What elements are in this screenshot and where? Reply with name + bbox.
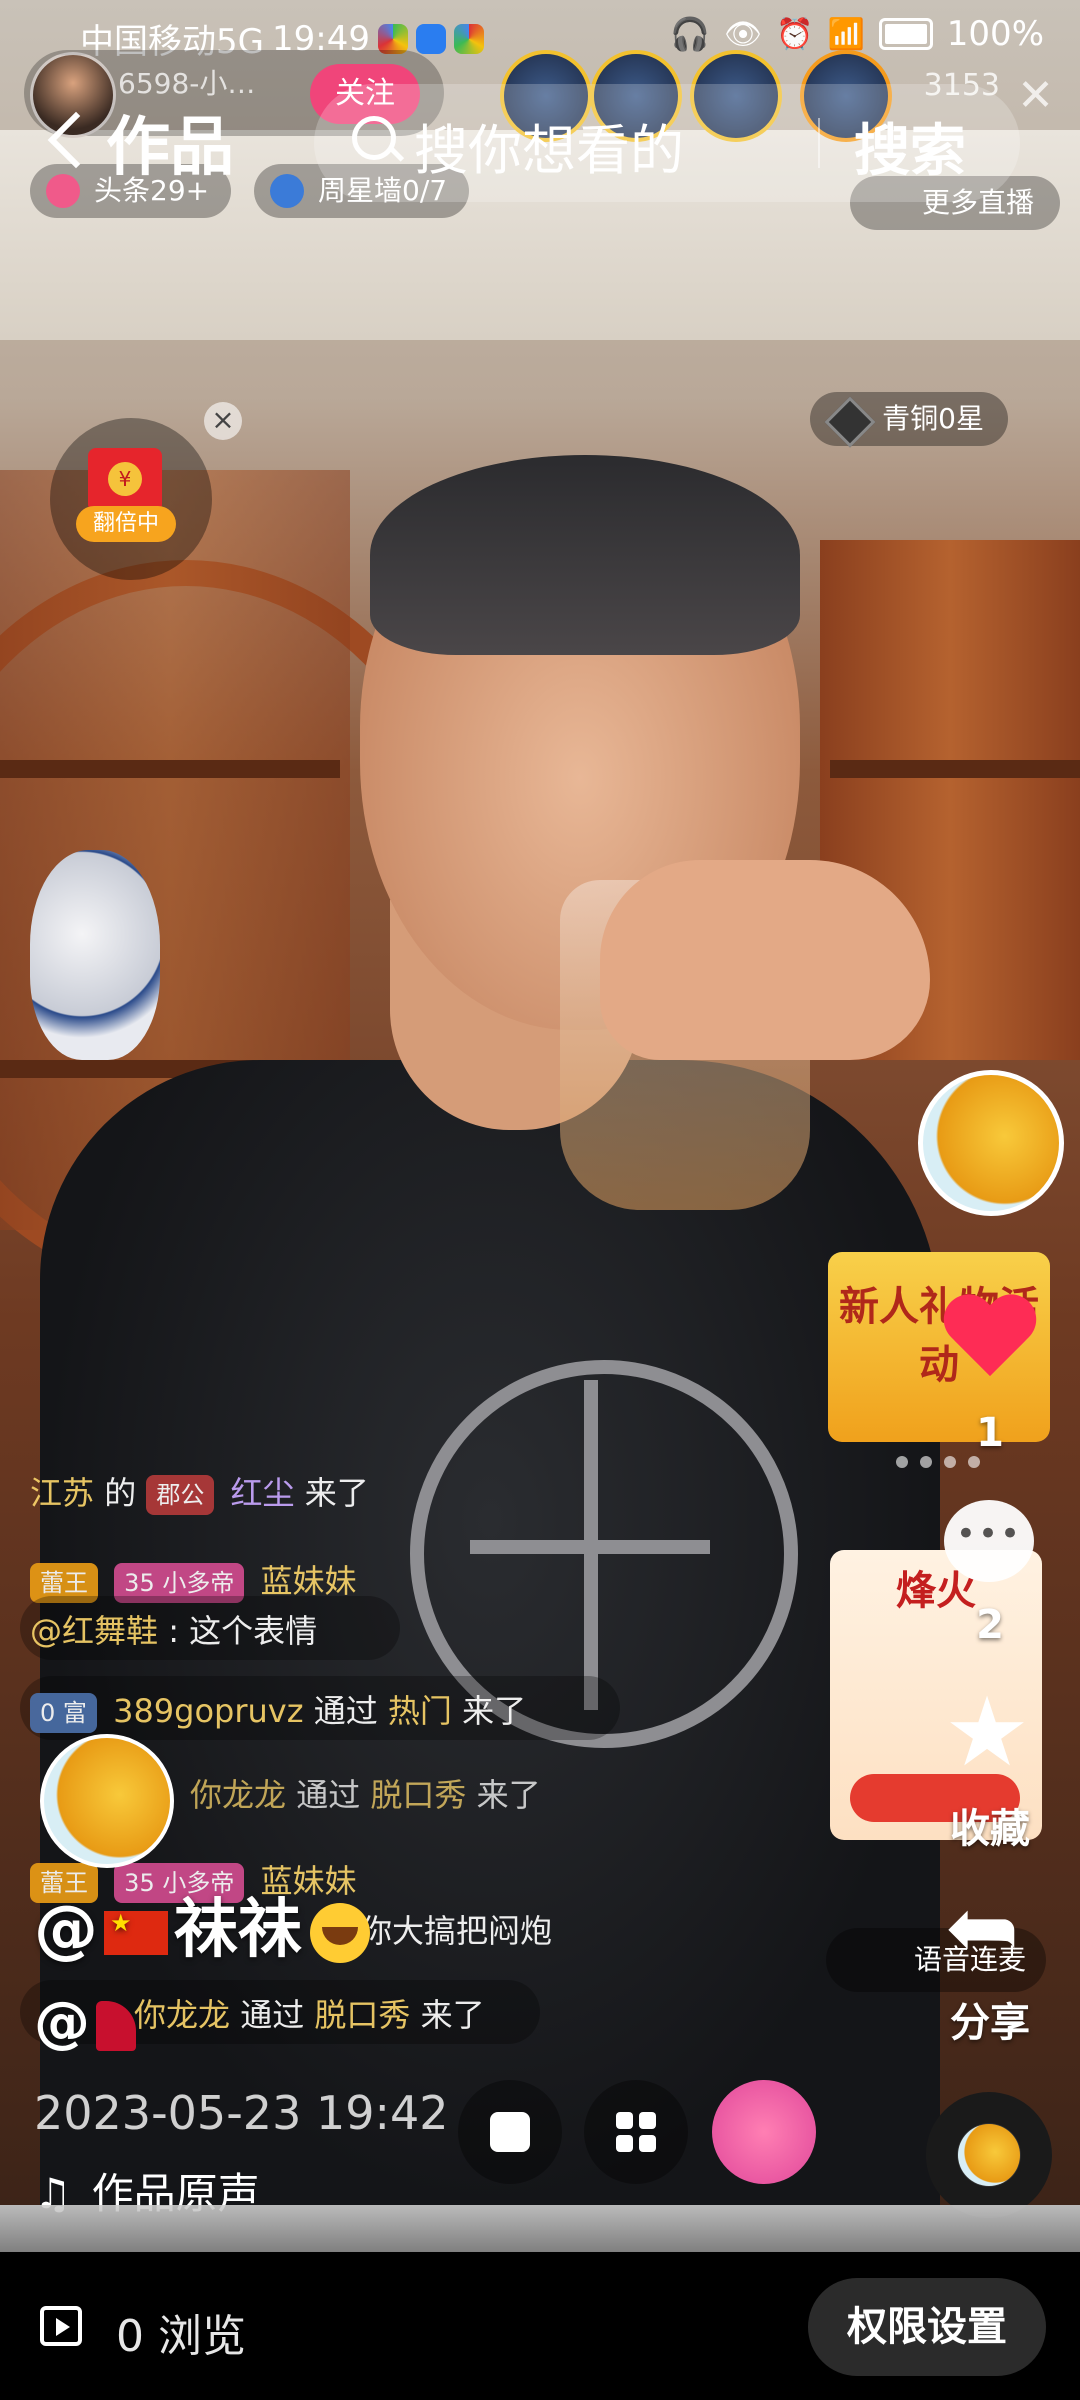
comment-user: 你龙龙 bbox=[134, 1996, 231, 2034]
comment-row: @红舞鞋 : 这个表情 bbox=[30, 1606, 317, 1652]
comment-text: 的 bbox=[104, 1474, 137, 1512]
comment-badge: 郡公 bbox=[146, 1475, 215, 1515]
app-notification-icon bbox=[453, 23, 484, 54]
coin-icon: ¥ bbox=[108, 462, 142, 496]
at-sign: @ bbox=[34, 1990, 90, 2055]
search-placeholder: 搜你想看的 bbox=[414, 119, 684, 182]
comment-icon bbox=[944, 1500, 1034, 1582]
search-divider bbox=[818, 118, 820, 168]
nickname-text: 祙祙 bbox=[174, 1893, 302, 1967]
comment-row: 0 富 389gopruvz 通过 热门 来了 bbox=[30, 1686, 526, 1733]
page-title: 作品 bbox=[106, 111, 234, 185]
star-badge-icon bbox=[270, 174, 304, 208]
comment-user: @红舞鞋 bbox=[30, 1612, 159, 1650]
comment-badge: 0 富 bbox=[30, 1693, 97, 1733]
heartbeat-button bbox=[712, 2080, 816, 2184]
share-arrow-icon: ➦ bbox=[944, 1875, 1020, 1980]
search-button[interactable]: 搜索 bbox=[854, 106, 966, 187]
comment-count: 2 bbox=[976, 1602, 1004, 1648]
comment-row: 你龙龙 通过 脱口秀 来了 bbox=[190, 1770, 541, 1816]
battery-percent: 100% bbox=[946, 14, 1044, 54]
favorite-button[interactable]: ★ bbox=[944, 1684, 1030, 1780]
favorite-label: 收藏 bbox=[950, 1806, 1030, 1852]
back-button[interactable] bbox=[40, 100, 100, 180]
at-sign: @ bbox=[34, 1893, 98, 1967]
search-app-icon bbox=[415, 23, 446, 54]
comment-text: 通过 bbox=[296, 1776, 361, 1814]
carousel-dots bbox=[896, 1456, 980, 1468]
close-live-icon[interactable]: ✕ bbox=[1017, 70, 1054, 121]
comment-link: 脱口秀 bbox=[314, 1996, 411, 2034]
comment-user: 江苏 bbox=[30, 1474, 95, 1512]
red-packet-label: 翻倍中 bbox=[76, 506, 176, 542]
smile-emoji-icon bbox=[310, 1903, 370, 1964]
like-button[interactable] bbox=[944, 1296, 1036, 1380]
close-icon[interactable]: × bbox=[204, 402, 242, 440]
status-right: 🎧 👁 ⏰ 📶 100% bbox=[670, 14, 1044, 54]
vase bbox=[30, 850, 160, 1060]
like-count: 1 bbox=[976, 1410, 1004, 1456]
share-label: 分享 bbox=[950, 2000, 1030, 2046]
comment-tail: 来了 bbox=[304, 1474, 369, 1512]
view-count[interactable]: 0 浏览 bbox=[116, 2300, 246, 2364]
comment-link: 脱口秀 bbox=[370, 1776, 467, 1814]
rank-label: 青铜0星 bbox=[882, 402, 984, 435]
comment-row: 你大搞把闷炮 bbox=[360, 1906, 552, 1952]
play-views-icon bbox=[40, 2306, 82, 2346]
live-tool-button bbox=[458, 2080, 562, 2184]
china-flag-icon bbox=[104, 1909, 168, 1956]
author-nickname[interactable]: @ 祙祙 bbox=[34, 1878, 370, 1970]
comment-name: 红尘 bbox=[230, 1474, 295, 1512]
comment-tail: 来了 bbox=[420, 1996, 485, 2034]
comment-button[interactable] bbox=[944, 1500, 1034, 1582]
person-hair bbox=[370, 455, 800, 655]
shelf bbox=[0, 760, 340, 778]
comment-tail: 来了 bbox=[476, 1776, 541, 1814]
music-disc[interactable] bbox=[926, 2092, 1052, 2218]
comment-user: 389gopruvz bbox=[113, 1692, 304, 1730]
grid-icon bbox=[616, 2112, 656, 2152]
battery-icon bbox=[878, 18, 933, 50]
comment-tail: 来了 bbox=[462, 1692, 527, 1730]
comment-text: : 这个表情 bbox=[168, 1612, 318, 1650]
post-date: 2023-05-23 19:42 bbox=[34, 2086, 449, 2140]
hand bbox=[600, 860, 930, 1060]
live-tool-button bbox=[584, 2080, 688, 2184]
headphone-icon: 🎧 bbox=[670, 15, 710, 53]
comment-row: 你龙龙 通过 脱口秀 来了 bbox=[134, 1990, 485, 2036]
eye-icon: 👁 bbox=[723, 16, 763, 52]
star-icon: ★ bbox=[944, 1676, 1031, 1788]
comment-text: 你大搞把闷炮 bbox=[360, 1912, 553, 1950]
comment-name: 蓝妹妹 bbox=[260, 1562, 357, 1600]
rank-chip[interactable]: 青铜0星 bbox=[810, 392, 1008, 448]
permission-settings-button[interactable]: 权限设置 bbox=[808, 2278, 1046, 2376]
mention-line[interactable]: @ bbox=[34, 1990, 136, 2055]
search-icon bbox=[352, 116, 396, 160]
alarm-icon: ⏰ bbox=[776, 16, 814, 52]
heart-icon bbox=[944, 1296, 1036, 1380]
wifi-icon: 📶 bbox=[827, 16, 865, 52]
rank-diamond-icon bbox=[824, 396, 876, 448]
comment-text: 通过 bbox=[240, 1996, 305, 2034]
high-heel-emoji-icon bbox=[96, 2000, 136, 2051]
shelf bbox=[830, 760, 1080, 778]
shirt-logo-line bbox=[470, 1540, 710, 1554]
author-avatar[interactable] bbox=[918, 1070, 1064, 1216]
comment-link: 热门 bbox=[387, 1692, 452, 1730]
live-author-avatar[interactable] bbox=[40, 1734, 174, 1868]
app-notification-icon bbox=[377, 23, 408, 54]
comment-row: 江苏 的 郡公 红尘 来了 bbox=[30, 1468, 369, 1515]
video-progress-strip bbox=[0, 2205, 1080, 2252]
comment-text: 通过 bbox=[313, 1692, 378, 1730]
comment-user: 你龙龙 bbox=[190, 1776, 287, 1814]
chat-icon bbox=[490, 2112, 530, 2152]
share-button[interactable]: ➦ bbox=[944, 1875, 1020, 1980]
